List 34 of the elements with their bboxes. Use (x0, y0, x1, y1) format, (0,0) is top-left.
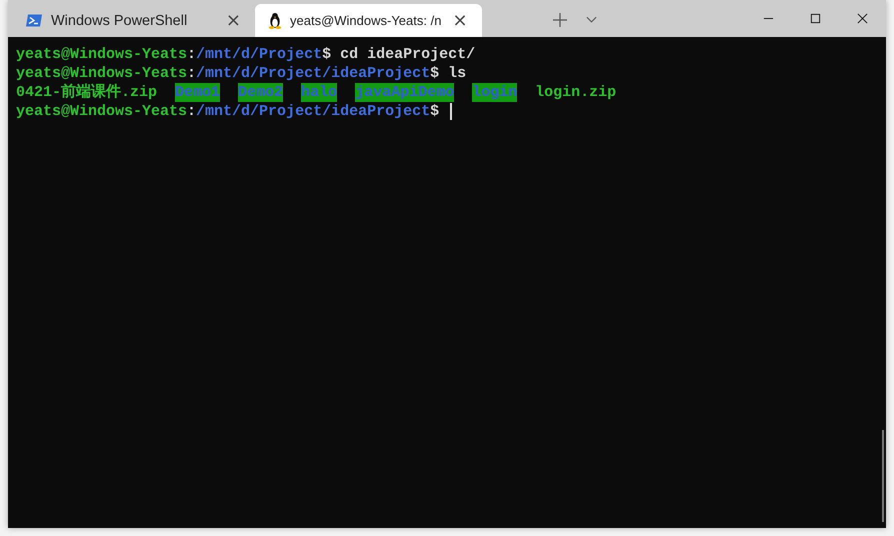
file-name: 0421-前端课件.zip (16, 83, 158, 102)
directory-name: javaApiDemo (355, 83, 454, 102)
tab-title: Windows PowerShell (51, 12, 188, 28)
directory-name: Demo2 (238, 83, 284, 102)
directory-name: halo (301, 83, 338, 102)
prompt-path: /mnt/d/Project/ideaProject (196, 102, 430, 121)
file-name: login.zip (535, 83, 616, 102)
prompt-path: /mnt/d/Project (196, 45, 322, 64)
terminal-pane[interactable] (8, 37, 886, 528)
penguin-icon (267, 12, 283, 29)
close-tab-button[interactable]: × (448, 12, 472, 30)
prompt-user: yeats@Windows-Yeats (16, 102, 188, 121)
dropdown-chevron-icon[interactable] (586, 16, 597, 24)
terminal-text: : (187, 64, 196, 83)
powershell-icon (26, 12, 42, 29)
new-tab-icon[interactable] (552, 12, 568, 28)
maximize-icon[interactable] (810, 13, 821, 24)
directory-name: Demo1 (175, 83, 220, 102)
terminal-text: $ cd ideaProject/ (322, 45, 476, 64)
directory-name: login (472, 83, 518, 102)
terminal-text: : (187, 102, 196, 121)
prompt-user: yeats@Windows-Yeats (16, 64, 188, 83)
close-tab-button[interactable]: × (222, 12, 245, 30)
prompt-user: yeats@Windows-Yeats (16, 45, 188, 64)
close-icon[interactable] (857, 13, 868, 24)
terminal-tab[interactable]: Windows PowerShell × (8, 4, 255, 37)
scrollbar[interactable] (882, 430, 884, 522)
text-cursor (450, 103, 452, 120)
terminal-text: $ (430, 102, 440, 121)
terminal-tab[interactable]: yeats@Windows-Yeats: /n × (255, 4, 482, 37)
terminal-text: $ ls (430, 64, 466, 83)
prompt-path: /mnt/d/Project/ideaProject (196, 64, 430, 83)
terminal-text: : (187, 45, 196, 64)
tab-title: yeats@Windows-Yeats: /n (290, 13, 442, 28)
